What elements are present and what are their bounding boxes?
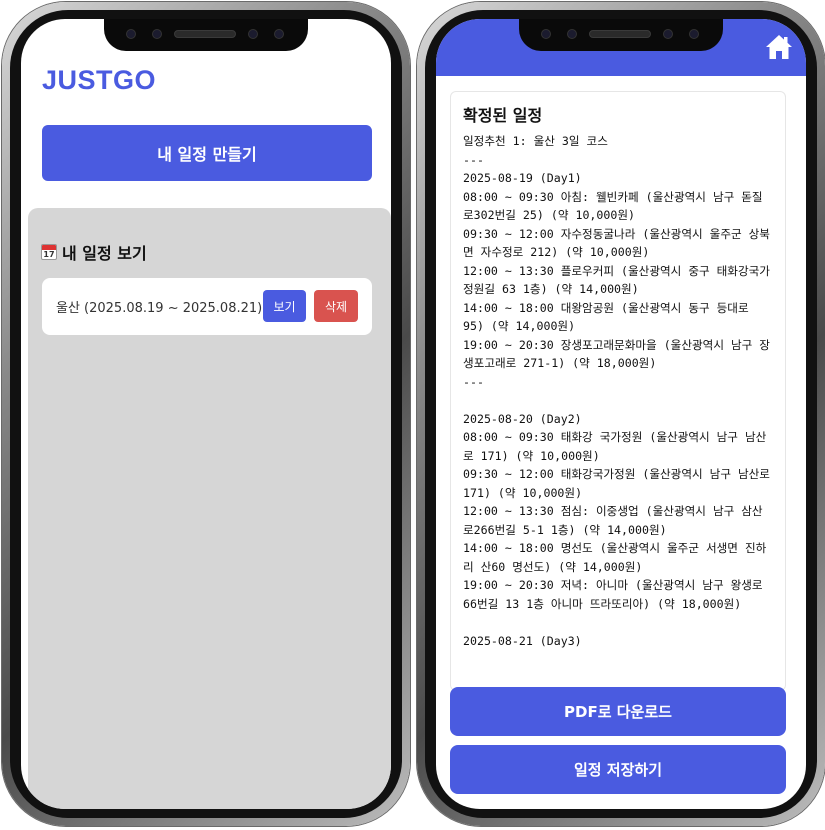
sensor-icon: [689, 29, 699, 39]
section-title-text: 내 일정 보기: [62, 244, 147, 263]
right-phone-screen: 확정된 일정 일정추천 1: 울산 3일 코스 --- 2025-08-19 (…: [436, 19, 806, 809]
home-icon[interactable]: [765, 34, 793, 60]
trip-list-item: 울산 (2025.08.19 ~ 2025.08.21) 보기 삭제: [42, 278, 372, 335]
phone-notch: [104, 19, 308, 51]
confirmed-schedule-card: 확정된 일정 일정추천 1: 울산 3일 코스 --- 2025-08-19 (…: [450, 91, 786, 691]
sensor-icon: [274, 29, 284, 39]
right-phone-frame: 확정된 일정 일정추천 1: 울산 3일 코스 --- 2025-08-19 (…: [417, 2, 825, 826]
create-schedule-button[interactable]: 내 일정 만들기: [42, 125, 372, 181]
calendar-icon-day: 17: [43, 250, 55, 259]
confirmed-schedule-title: 확정된 일정: [463, 106, 543, 125]
sensor-icon: [152, 29, 162, 39]
camera-icon: [248, 29, 258, 39]
schedule-text[interactable]: 일정추천 1: 울산 3일 코스 --- 2025-08-19 (Day1) 0…: [463, 132, 773, 650]
speaker-grille: [174, 30, 236, 38]
delete-trip-button[interactable]: 삭제: [314, 290, 358, 322]
camera-icon: [663, 29, 673, 39]
view-trip-button[interactable]: 보기: [263, 290, 306, 322]
trip-label: 울산 (2025.08.19 ~ 2025.08.21): [56, 301, 263, 316]
speaker-grille: [589, 30, 651, 38]
phone-notch: [519, 19, 723, 51]
left-phone-frame: JUSTGO 내 일정 만들기 17 내 일정 보기 울산 (2025.08.1…: [2, 2, 410, 826]
left-phone-screen: JUSTGO 내 일정 만들기 17 내 일정 보기 울산 (2025.08.1…: [21, 19, 391, 809]
camera-icon: [541, 29, 551, 39]
save-schedule-button[interactable]: 일정 저장하기: [450, 745, 786, 794]
app-logo[interactable]: JUSTGO: [42, 65, 156, 96]
sensor-icon: [567, 29, 577, 39]
camera-icon: [126, 29, 136, 39]
pdf-download-button[interactable]: PDF로 다운로드: [450, 687, 786, 736]
my-schedules-heading: 17 내 일정 보기: [41, 240, 147, 264]
calendar-icon: 17: [41, 244, 57, 260]
